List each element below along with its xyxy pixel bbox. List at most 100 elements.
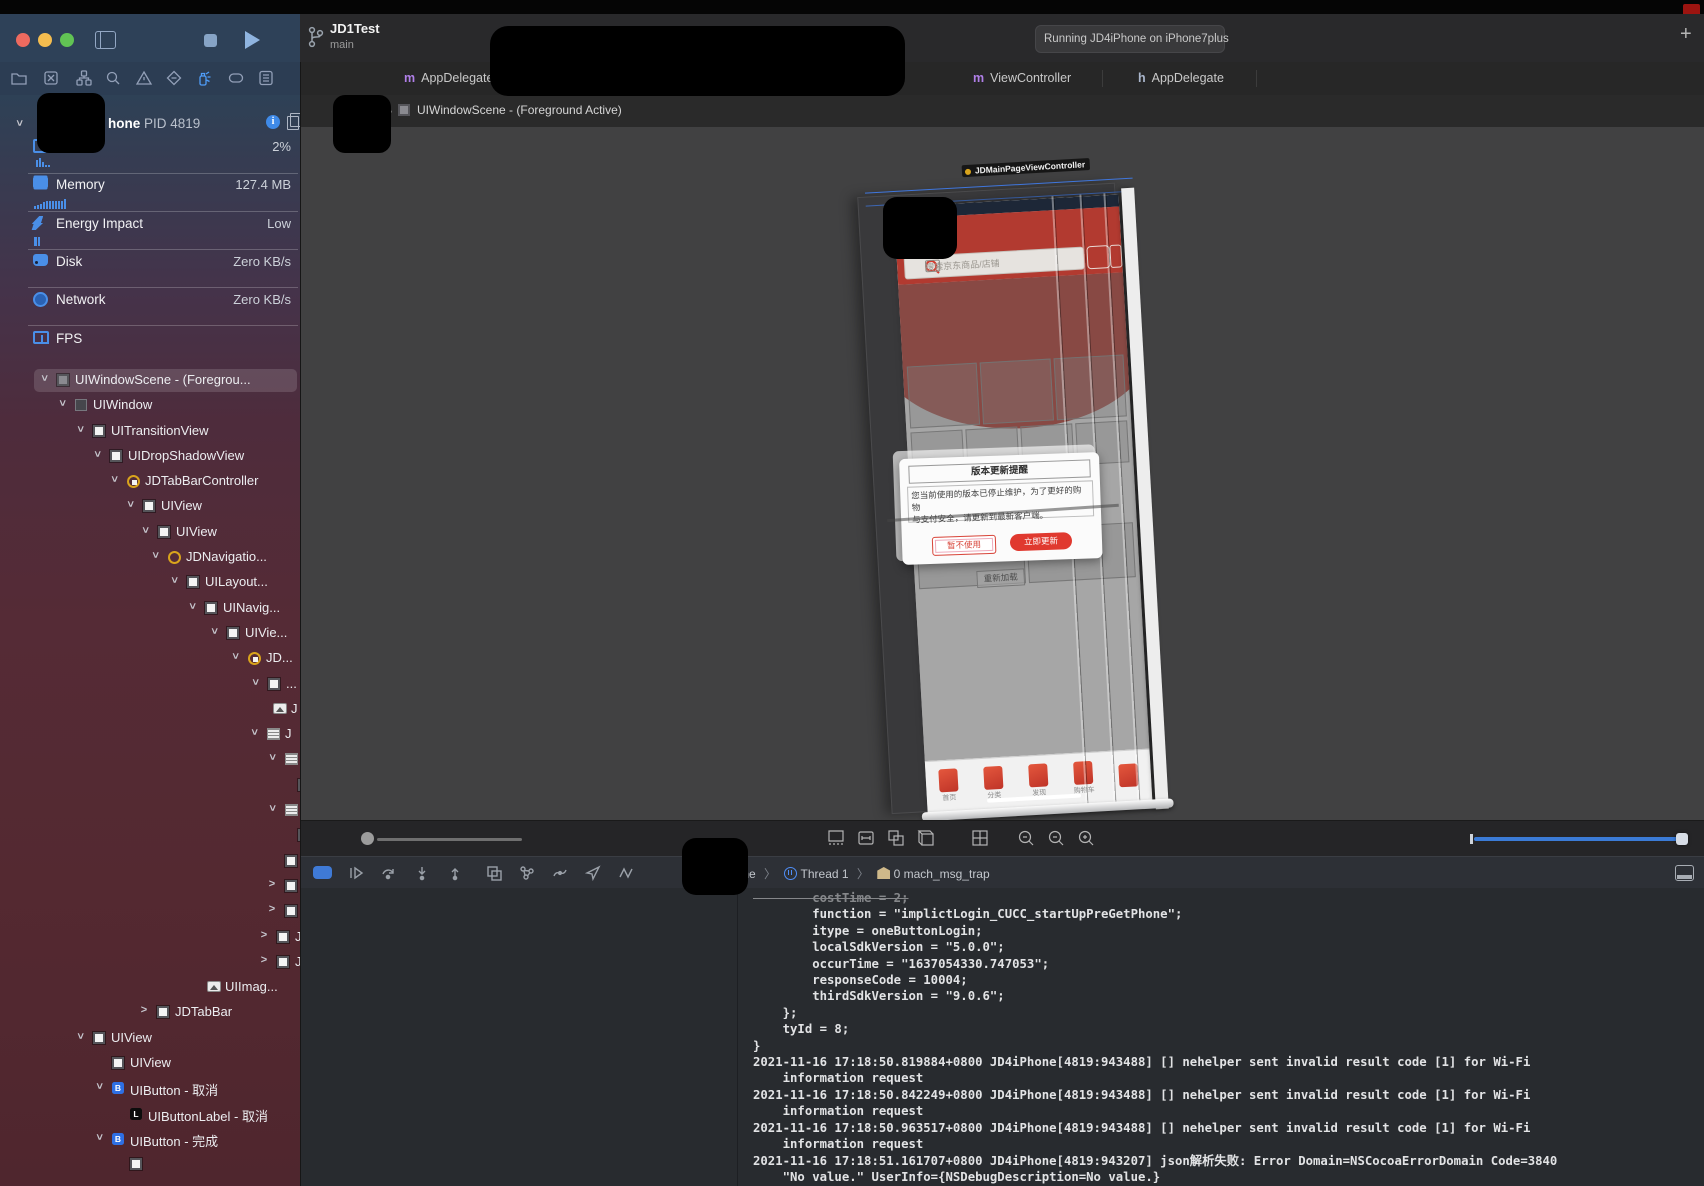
zoom-out-icon[interactable] (1015, 827, 1037, 849)
test-navigator-icon[interactable] (165, 69, 183, 87)
layers-icon[interactable] (885, 827, 907, 849)
tree-row[interactable]: > JD... (0, 646, 300, 671)
dialog-update-button[interactable]: 立即更新 (1009, 532, 1073, 552)
disclosure-icon[interactable]: > (74, 1031, 86, 1041)
tree-row[interactable]: > UIVie... (0, 621, 300, 646)
stack-icon[interactable] (287, 113, 300, 130)
disclosure-icon[interactable]: > (139, 525, 151, 535)
disclosure-icon[interactable]: > (248, 727, 260, 737)
gauge-row[interactable]: Energy Impact Low (0, 213, 300, 237)
disclosure-icon[interactable]: > (139, 1004, 149, 1016)
zoom-in-icon[interactable] (1075, 827, 1097, 849)
tree-row[interactable]: > J (0, 722, 300, 747)
phone-tab-item[interactable]: 首页 (930, 768, 968, 804)
phone-tab-item[interactable] (1110, 763, 1147, 789)
tree-row[interactable]: > J (0, 697, 300, 722)
tree-row[interactable]: > (0, 899, 300, 924)
disclosure-icon[interactable]: > (149, 550, 161, 560)
tree-row[interactable]: > UIWindow (0, 393, 300, 418)
tree-row[interactable]: > UIButton - 取消 (0, 1076, 300, 1101)
breakpoint-navigator-icon[interactable] (227, 69, 245, 87)
gauge-row[interactable]: Disk Zero KB/s (0, 251, 300, 275)
tree-row[interactable]: > UIImag... (0, 975, 300, 1000)
run-button[interactable] (245, 31, 260, 49)
gauge-row[interactable]: Memory 127.4 MB (0, 174, 300, 198)
disclosure-icon[interactable]: > (267, 903, 277, 915)
dialog-dismiss-button[interactable]: 暂不使用 (931, 534, 997, 556)
constraints-icon[interactable] (855, 827, 877, 849)
issue-navigator-icon[interactable] (135, 69, 153, 87)
tree-row[interactable]: > (0, 823, 300, 848)
clipped-content-icon[interactable] (825, 827, 847, 849)
disclosure-icon[interactable]: > (93, 1132, 105, 1142)
chevron-down-icon[interactable]: > (13, 118, 25, 128)
minimize-window-button[interactable] (38, 33, 52, 47)
rotation-slider-track[interactable] (377, 838, 522, 841)
tree-row[interactable]: > UIDropShadowView (0, 444, 300, 469)
project-navigator-icon[interactable] (10, 69, 28, 87)
disclosure-icon[interactable]: > (266, 752, 278, 762)
source-control-icon[interactable] (42, 69, 60, 87)
spacing-slider[interactable] (1470, 833, 1688, 844)
tree-row[interactable]: > J (0, 950, 300, 975)
frame-label[interactable]: 0 mach_msg_trap (894, 867, 990, 881)
rotation-slider-knob[interactable] (361, 832, 374, 845)
disclosure-icon[interactable]: > (249, 677, 261, 687)
gauge-row[interactable]: Network Zero KB/s (0, 289, 300, 313)
tree-row[interactable]: > ... (0, 672, 300, 697)
environment-overrides-icon[interactable] (551, 864, 569, 882)
phone-tab-item[interactable]: 发现 (1020, 763, 1058, 799)
tab-appdelegate-h[interactable]: h AppDelegate (1138, 62, 1224, 95)
disclosure-icon[interactable]: > (74, 424, 86, 434)
view-debugger-icon[interactable] (485, 864, 503, 882)
disclosure-icon[interactable]: > (259, 954, 269, 966)
disclosure-icon[interactable]: > (168, 575, 180, 585)
controller-annotation[interactable]: JDMainPageViewController (961, 158, 1091, 178)
memory-graph-icon[interactable] (518, 864, 536, 882)
thread-label[interactable]: Thread 1 (801, 867, 849, 881)
breakpoints-toggle-icon[interactable] (313, 866, 332, 879)
reload-button[interactable]: 重新加载 (976, 568, 1026, 588)
disclosure-icon[interactable]: > (266, 803, 278, 813)
tree-row[interactable]: > UILayout... (0, 570, 300, 595)
disclosure-icon[interactable]: > (259, 929, 269, 941)
tree-row[interactable]: > (0, 747, 300, 772)
view-debugger-canvas[interactable]: 搜索京东商品/店铺 重新加载 首页 分类 发现 购物车 JDMainPageVi… (301, 127, 1704, 820)
disclosure-icon[interactable]: > (108, 474, 120, 484)
disclosure-icon[interactable]: > (229, 651, 241, 661)
message-icon[interactable] (1109, 244, 1123, 269)
close-window-button[interactable] (16, 33, 30, 47)
disclosure-icon[interactable]: > (56, 398, 68, 408)
tree-row[interactable]: > UIView (0, 520, 300, 545)
tree-row[interactable]: > JDTabBar (0, 1000, 300, 1025)
stop-button[interactable] (204, 34, 217, 47)
sidebar-toggle-icon[interactable] (95, 31, 116, 49)
tree-row[interactable]: > UIButtonLabel - 取消 (0, 1102, 300, 1127)
step-into-icon[interactable] (413, 864, 431, 882)
info-icon[interactable]: i (266, 115, 280, 129)
tree-row[interactable]: > UINavig... (0, 596, 300, 621)
symbol-navigator-icon[interactable] (75, 69, 93, 87)
tab-appdelegate-m[interactable]: m AppDelegate (404, 62, 493, 95)
tree-row[interactable]: > UIView (0, 494, 300, 519)
tree-row[interactable]: > UIButton - 完成 (0, 1127, 300, 1152)
disclosure-icon[interactable]: > (91, 449, 103, 459)
debug-breadcrumb[interactable]: hone 〉 Thread 1 〉 0 mach_msg_trap (729, 865, 990, 882)
tree-row[interactable]: > UITransitionView (0, 419, 300, 444)
variables-console-divider[interactable] (737, 888, 738, 1186)
tree-row[interactable]: > UIView (0, 1026, 300, 1051)
zoom-window-button[interactable] (60, 33, 74, 47)
continue-icon[interactable] (347, 864, 365, 882)
tree-row[interactable]: > J (0, 925, 300, 950)
step-over-icon[interactable] (380, 864, 398, 882)
stack-frames-icon[interactable] (617, 864, 635, 882)
disclosure-icon[interactable]: > (186, 601, 198, 611)
disclosure-icon[interactable]: > (93, 1081, 105, 1091)
disclosure-icon[interactable]: > (267, 878, 277, 890)
report-navigator-icon[interactable] (257, 69, 275, 87)
update-dialog[interactable]: 版本更新提醒 您当前使用的版本已停止维护，为了更好的购物 与支付安全，请更新到最… (887, 452, 1119, 565)
gauge-row[interactable]: FPS (0, 328, 300, 352)
zoom-actual-icon[interactable] (1045, 827, 1067, 849)
disclosure-icon[interactable]: > (38, 373, 50, 383)
console-output[interactable]: costTime = 2; function = "implictLogin_C… (753, 890, 1698, 1184)
